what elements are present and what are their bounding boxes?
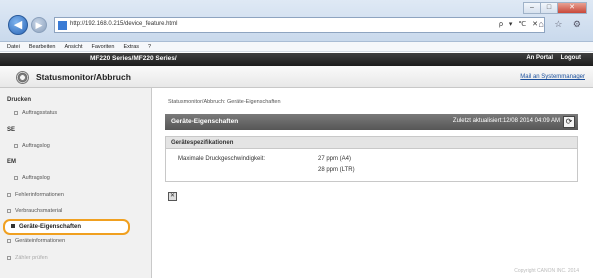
menu-tools[interactable]: Extras [123,42,139,51]
sidebar-item-label: Fehlerinformationen [15,192,64,198]
refresh-icon[interactable]: ⟳ [563,116,575,128]
print-speed-a4: 27 ppm (A4) [318,156,352,162]
breadcrumb: Statusmonitor/Abbruch: Geräte-Eigenschaf… [168,99,281,105]
header-links: An Portal Logout [520,55,581,61]
sidebar-item-label: Auftragslog [22,175,50,181]
sidebar-group-se: SE [7,127,16,133]
menu-file[interactable]: Datei [7,42,20,51]
copyright-text: Copyright CANON INC. 2014 [514,268,579,274]
bullet-icon [14,110,18,115]
spec-heading: Gerätespezifikationen [171,140,234,146]
favicon-icon [58,21,67,30]
browser-tool-icons[interactable]: ⌂ ☆ ⚙ [538,19,585,30]
status-monitor-icon [16,71,29,84]
address-bar[interactable]: http://192.168.0.215/device_feature.html… [54,17,545,33]
section-title: Geräte-Eigenschaften [171,118,239,125]
printer-bar: MF220 Series/MF220 Series/ An Portal Log… [0,53,593,66]
portal-link[interactable]: An Portal [526,55,553,61]
bullet-icon [7,208,11,213]
forward-button[interactable]: ▶ [31,17,47,33]
menu-edit[interactable]: Bearbeiten [29,42,56,51]
menu-view[interactable]: Ansicht [64,42,82,51]
printer-name: MF220 Series/MF220 Series/ [90,55,177,62]
last-updated-text: Zuletzt aktualisiert:12/08 2014 04:09 AM [452,118,560,124]
bullet-icon [7,255,11,260]
sidebar [0,88,152,278]
page-title: Statusmonitor/Abbruch [36,72,131,82]
sidebar-item-auftragslog-se[interactable]: Auftragslog [14,143,50,149]
bullet-icon [7,192,11,197]
menu-bar: Datei Bearbeiten Ansicht Favoriten Extra… [0,42,593,52]
menu-favorites[interactable]: Favoriten [92,42,115,51]
bullet-icon [14,143,18,148]
sidebar-item-label: Verbrauchsmaterial [15,208,63,214]
window-controls: – □ ✕ [523,2,587,14]
sidebar-item-label: Zähler prüfen [15,255,48,261]
browser-titlebar: – □ ✕ ◀ ▶ http://192.168.0.215/device_fe… [0,0,593,42]
mail-sysmanager-link[interactable]: Mail an Systemmanager [520,74,585,80]
address-tools-icon[interactable]: ρ ▾ ℃ ✕ [499,20,540,28]
bullet-icon [14,175,18,180]
print-speed-ltr: 28 ppm (LTR) [318,167,355,173]
sidebar-item-label: Geräteinformationen [15,238,66,244]
sidebar-item-zaehler-pruefen[interactable]: Zähler prüfen [7,255,48,261]
menu-help[interactable]: ? [148,42,151,51]
section-header: Geräte-Eigenschaften Zuletzt aktualisier… [165,114,578,130]
sidebar-group-drucken: Drucken [7,97,32,103]
sidebar-item-verbrauchsmaterial[interactable]: Verbrauchsmaterial [7,208,62,214]
spec-heading-bar: Gerätespezifikationen [166,137,577,149]
sidebar-item-geraete-eigenschaften[interactable]: Geräte-Eigenschaften [3,219,130,235]
sidebar-item-label: Geräte-Eigenschaften [11,224,81,230]
title-bar: Statusmonitor/Abbruch Mail an Systemmana… [0,66,593,88]
sidebar-group-em: EM [7,159,16,165]
logout-link[interactable]: Logout [561,55,581,61]
address-url[interactable]: http://192.168.0.215/device_feature.html [70,21,177,27]
sidebar-item-label: Auftragsstatus [22,110,58,116]
minimize-button[interactable]: – [523,2,541,14]
sidebar-item-fehlerinformationen[interactable]: Fehlerinformationen [7,192,64,198]
bullet-icon [7,238,11,243]
sidebar-item-auftragsstatus[interactable]: Auftragsstatus [14,110,57,116]
close-window-button[interactable]: ✕ [557,2,587,14]
page-top-icon[interactable]: ✕ [168,192,177,201]
sidebar-item-label: Auftragslog [22,143,50,149]
maximize-button[interactable]: □ [540,2,558,14]
max-print-speed-label: Maximale Druckgeschwindigkeit: [178,156,266,162]
sidebar-item-geraeteinformationen[interactable]: Geräteinformationen [7,238,65,244]
spec-panel: Gerätespezifikationen Maximale Druckgesc… [165,136,578,182]
bullet-icon [11,224,15,229]
sidebar-item-auftragslog-em[interactable]: Auftragslog [14,175,50,181]
back-button[interactable]: ◀ [8,15,28,35]
